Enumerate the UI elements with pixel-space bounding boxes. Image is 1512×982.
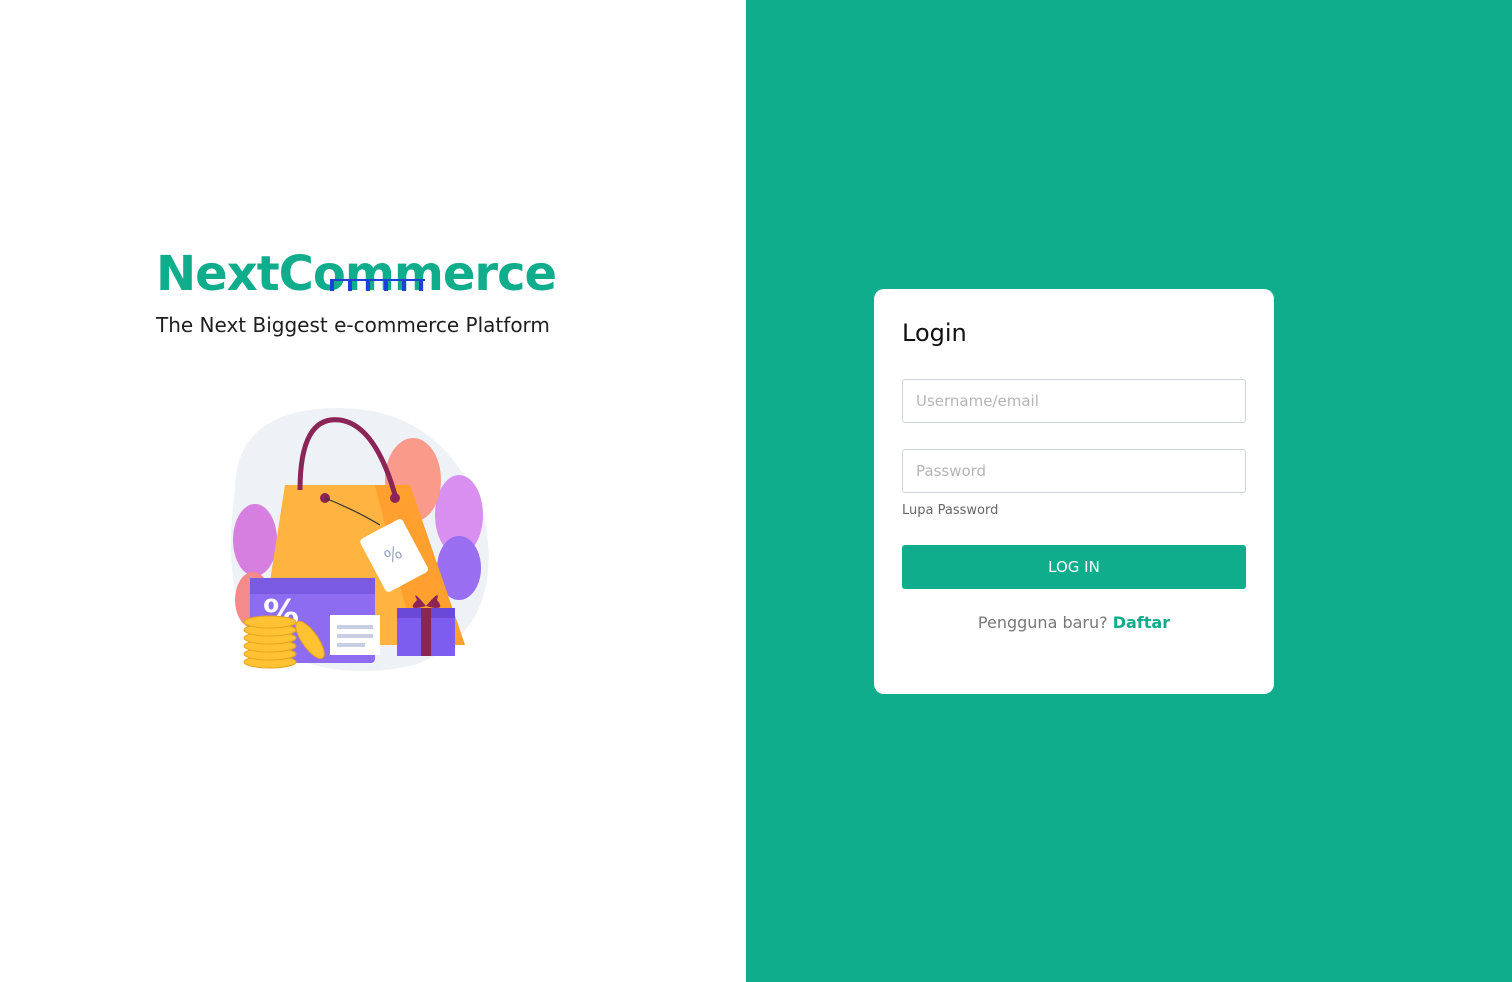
signup-row: Pengguna baru? Daftar <box>874 613 1274 632</box>
username-input[interactable] <box>902 379 1246 423</box>
signup-prompt: Pengguna baru? <box>977 613 1113 632</box>
login-card: Login Lupa Password LOG IN Pengguna baru… <box>874 289 1274 694</box>
signup-link[interactable]: Daftar <box>1113 613 1170 632</box>
login-button[interactable]: LOG IN <box>902 545 1246 589</box>
forgot-password-link[interactable]: Lupa Password <box>902 503 998 518</box>
login-title: Login <box>902 319 967 347</box>
brand-underline-decoration <box>330 279 425 291</box>
password-input[interactable] <box>902 449 1246 493</box>
brand-tagline: The Next Biggest e-commerce Platform <box>156 313 550 337</box>
shopping-bag-illustration: % % <box>230 407 489 672</box>
brand-title: NextCommerce <box>156 246 557 302</box>
brand-panel: NextCommerce The Next Biggest e-commerce… <box>0 0 746 982</box>
